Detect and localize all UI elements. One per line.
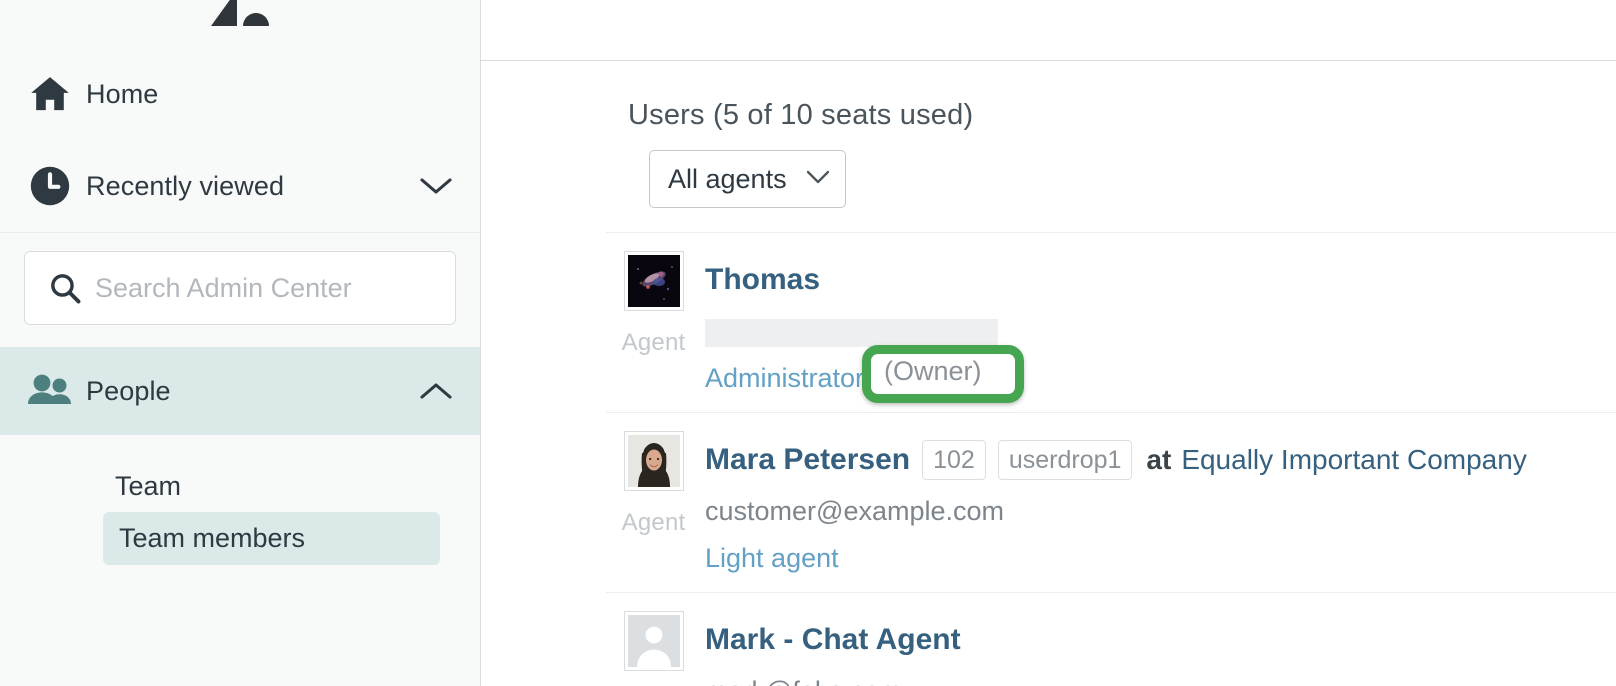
search-box[interactable] bbox=[24, 251, 456, 325]
sidebar-item-label-team-members: Team members bbox=[119, 523, 306, 553]
search-container bbox=[0, 233, 480, 347]
users-page: Users (5 of 10 seats used) All agents Ag… bbox=[481, 61, 1616, 686]
user-name-line: Mark - Chat Agent bbox=[705, 617, 1616, 663]
zendesk-logo bbox=[211, 0, 269, 26]
user-tag-badge[interactable]: 102 bbox=[922, 440, 986, 480]
avatar-column bbox=[606, 611, 701, 686]
chevron-down-icon bbox=[805, 168, 831, 191]
sidebar-item-people[interactable]: People bbox=[0, 347, 480, 435]
user-name-link[interactable]: Mara Petersen bbox=[705, 443, 910, 477]
sidebar: Home Recently viewed Search Admin Center… bbox=[0, 0, 481, 686]
user-email bbox=[705, 316, 1616, 350]
at-word: at bbox=[1146, 444, 1172, 475]
user-name-line: Mara Petersen 102 userdrop1 at Equally I… bbox=[705, 437, 1616, 483]
sidebar-item-label-people: People bbox=[86, 375, 171, 406]
search-input[interactable] bbox=[87, 271, 437, 305]
user-email: customer@example.com bbox=[705, 496, 1005, 526]
owner-suffix-overlay: (Owner) bbox=[884, 356, 982, 386]
avatar-role-label: Agent bbox=[621, 329, 686, 356]
home-icon bbox=[24, 71, 76, 117]
chevron-up-icon[interactable] bbox=[416, 380, 456, 402]
avatar bbox=[623, 611, 684, 671]
main-topbar bbox=[481, 0, 1616, 61]
avatar bbox=[623, 251, 684, 311]
redacted-email-bar bbox=[705, 318, 998, 347]
user-name-link[interactable]: Mark - Chat Agent bbox=[705, 623, 961, 657]
avatar-column: Agent bbox=[606, 251, 701, 394]
main-content: Users (5 of 10 seats used) All agents Ag… bbox=[481, 0, 1616, 686]
users-list: Agent Thomas Administrator (Owner) bbox=[481, 232, 1616, 686]
sidebar-section-label-team: Team bbox=[115, 471, 182, 501]
user-role-label: Light agent bbox=[705, 543, 839, 573]
table-row[interactable]: Mark - Chat Agent mark@fake.com Talk bbox=[606, 592, 1616, 686]
user-name-link[interactable]: Thomas bbox=[705, 263, 820, 297]
avatar-column: Agent bbox=[606, 431, 701, 574]
chevron-down-icon[interactable] bbox=[416, 175, 456, 197]
sidebar-item-recently-viewed[interactable]: Recently viewed bbox=[0, 140, 480, 232]
user-role-label: Administrator bbox=[705, 363, 865, 393]
search-icon bbox=[43, 270, 87, 306]
sidebar-item-label-recently-viewed: Recently viewed bbox=[86, 170, 285, 201]
user-email: mark@fake.com bbox=[705, 676, 1616, 686]
user-organization-link[interactable]: Equally Important Company bbox=[1181, 444, 1527, 476]
woman-photo-avatar bbox=[627, 435, 680, 487]
avatar-role-label: Agent bbox=[621, 509, 686, 536]
avatar bbox=[623, 431, 684, 491]
nebula-photo-avatar bbox=[627, 255, 680, 307]
user-role-link[interactable]: Administrator (Owner) bbox=[705, 363, 1616, 394]
user-info: Mara Petersen 102 userdrop1 at Equally I… bbox=[701, 431, 1616, 574]
table-row[interactable]: Agent Mara Petersen 102 userdrop1 at Equ… bbox=[606, 412, 1616, 592]
agents-filter-value: All agents bbox=[668, 163, 787, 194]
user-tag-badge[interactable]: userdrop1 bbox=[997, 440, 1133, 480]
agents-filter-select[interactable]: All agents bbox=[649, 150, 846, 208]
table-row[interactable]: Agent Thomas Administrator (Owner) bbox=[606, 232, 1616, 412]
page-title: Users (5 of 10 seats used) bbox=[628, 99, 974, 131]
people-icon bbox=[24, 371, 76, 411]
user-info: Mark - Chat Agent mark@fake.com bbox=[701, 611, 1616, 686]
sidebar-item-home[interactable]: Home bbox=[0, 48, 480, 140]
sidebar-item-team-members[interactable]: Team members bbox=[103, 512, 440, 565]
user-role-link[interactable]: Light agent bbox=[705, 543, 1616, 574]
user-name-line: Thomas bbox=[705, 257, 1616, 303]
clock-icon bbox=[24, 162, 76, 210]
default-person-avatar bbox=[627, 615, 680, 667]
filter-row: All agents bbox=[481, 132, 1616, 208]
sidebar-item-label-home: Home bbox=[86, 78, 159, 109]
admin-center-screen: Home Recently viewed Search Admin Center… bbox=[0, 0, 1616, 686]
user-info: Thomas Administrator (Owner) bbox=[701, 251, 1616, 394]
brand-area bbox=[0, 0, 480, 48]
